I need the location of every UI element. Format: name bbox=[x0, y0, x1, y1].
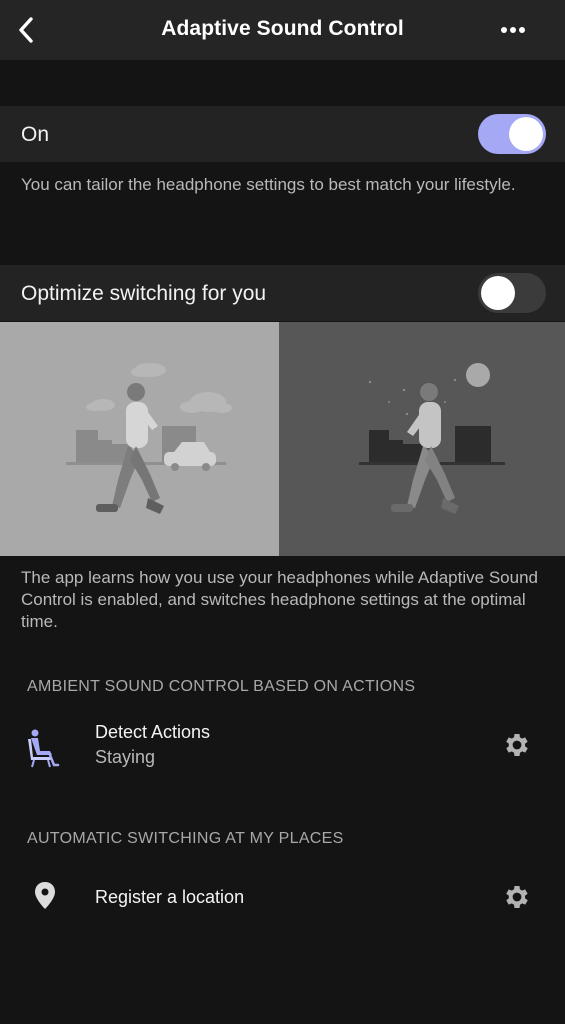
illustration bbox=[0, 322, 565, 556]
optimize-description: The app learns how you use your headphon… bbox=[21, 568, 538, 631]
more-button[interactable] bbox=[495, 20, 531, 40]
sitting-person-icon bbox=[24, 729, 60, 774]
adaptive-toggle-label: On bbox=[21, 123, 50, 146]
optimize-toggle-switch[interactable] bbox=[478, 273, 546, 313]
register-location-item[interactable]: Register a location bbox=[0, 867, 565, 927]
detect-actions-status: Staying bbox=[95, 747, 156, 767]
adaptive-toggle-row: On bbox=[0, 106, 565, 162]
detect-actions-item[interactable]: Detect Actions Staying bbox=[0, 715, 565, 775]
adaptive-toggle-switch[interactable] bbox=[478, 114, 546, 154]
register-location-settings-button[interactable] bbox=[499, 879, 535, 915]
gear-icon bbox=[506, 886, 528, 908]
optimize-toggle-row: Optimize switching for you bbox=[0, 265, 565, 321]
register-location-title: Register a location bbox=[95, 887, 245, 907]
night-scene-image bbox=[279, 322, 565, 556]
page-title: Adaptive Sound Control bbox=[161, 17, 404, 40]
optimize-toggle-label: Optimize switching for you bbox=[21, 282, 267, 305]
location-pin-icon bbox=[33, 881, 57, 916]
toggle-knob bbox=[509, 117, 543, 151]
day-scene-image bbox=[0, 322, 279, 556]
nav-bar: Adaptive Sound Control bbox=[0, 0, 565, 60]
ambient-section-header: AMBIENT SOUND CONTROL BASED ON ACTIONS bbox=[27, 678, 416, 695]
detect-actions-title: Detect Actions bbox=[95, 722, 211, 742]
gear-icon bbox=[506, 734, 528, 756]
more-horizontal-icon bbox=[501, 27, 525, 33]
adaptive-description: You can tailor the headphone settings to… bbox=[21, 175, 516, 194]
places-section-header: AUTOMATIC SWITCHING AT MY PLACES bbox=[27, 830, 344, 847]
toggle-knob bbox=[481, 276, 515, 310]
detect-actions-settings-button[interactable] bbox=[499, 727, 535, 763]
